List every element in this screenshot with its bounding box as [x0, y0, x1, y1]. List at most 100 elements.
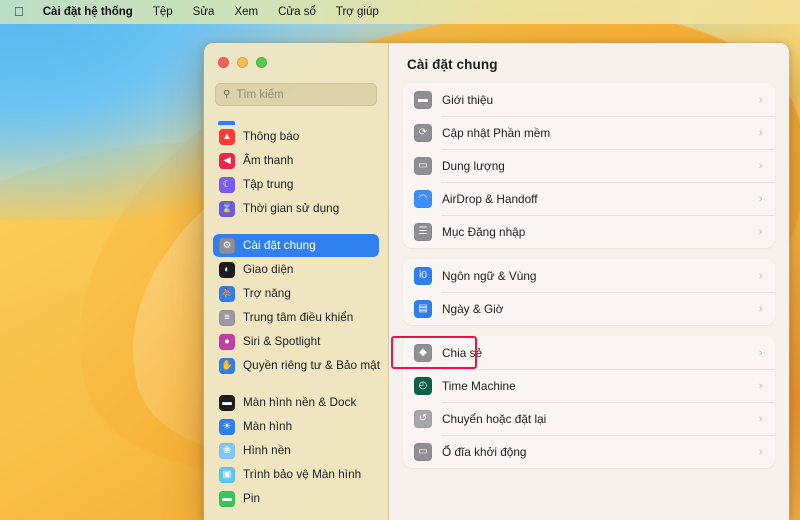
sidebar-item-label: Quyền riêng tư & Bảo mật — [243, 359, 381, 372]
screen-saver-icon: ▣ — [219, 466, 235, 483]
sidebar-item-desktop-dock[interactable]: ▬ Màn hình nền & Dock — [213, 391, 379, 414]
chevron-right-icon: › — [758, 159, 763, 172]
sidebar-item-wallpaper[interactable]: ❀ Hình nền — [213, 439, 379, 462]
settings-row-label: Dung lượng — [442, 158, 505, 173]
settings-row-label: Chuyển hoặc đặt lại — [442, 411, 547, 426]
settings-row-storage[interactable]: ▭ Dung lượng › — [403, 149, 775, 182]
settings-group: ἱ0 Ngôn ngữ & Vùng › ▤ Ngày & Giờ › — [403, 259, 775, 325]
sidebar-item-label: Cài đặt chung — [243, 239, 316, 252]
siri-icon: ● — [219, 333, 235, 350]
settings-row-sharing[interactable]: ◆ Chia sẻ › — [403, 336, 775, 369]
sidebar-item-battery[interactable]: ▬ Pin — [213, 487, 379, 510]
settings-row-date-time[interactable]: ▤ Ngày & Giờ › — [403, 292, 775, 325]
settings-group: ▬ Giới thiệu › ⟳ Cập nhật Phần mềm › ▭ Dung lượ… — [403, 83, 775, 248]
detail-pane: Cài đặt chung ▬ Giới thiệu › ⟳ Cập nhật Phần… — [389, 43, 789, 520]
sidebar-item-displays[interactable]: ☀ Màn hình — [213, 415, 379, 438]
settings-row-label: Ổ đĩa khởi động — [442, 444, 527, 459]
appearance-icon: ◐ — [219, 261, 235, 278]
sidebar-item-general-gear[interactable]: ⚙ Cài đặt chung — [213, 234, 379, 257]
settings-row-label: Ngôn ngữ & Vùng — [442, 268, 537, 283]
settings-row-label: AirDrop & Handoff — [442, 191, 538, 206]
transfer-reset-icon: ↺ — [414, 409, 432, 428]
menu-item-1[interactable]: Tệp — [143, 0, 183, 24]
sidebar: ⚲ Tìm kiếm ▲ Thông báo ◀ Âm thanh ☾ Tập trung… — [204, 43, 389, 520]
sidebar-item-label: Thông báo — [243, 130, 300, 143]
chevron-right-icon: › — [758, 225, 763, 238]
minimize-button[interactable] — [237, 57, 248, 68]
settings-row-about-mac[interactable]: ▬ Giới thiệu › — [403, 83, 775, 116]
sidebar-item-control-center[interactable]: ≡ Trung tâm điều khiển — [213, 306, 379, 329]
chevron-right-icon: › — [758, 192, 763, 205]
general-gear-icon: ⚙ — [219, 237, 235, 254]
language-region-icon: ἱ0 — [414, 266, 432, 285]
menu-item-0[interactable]: Cài đặt hệ thống — [33, 0, 143, 24]
sidebar-item-siri[interactable]: ● Siri & Spotlight — [213, 330, 379, 353]
sidebar-item-label: Trợ năng — [243, 287, 291, 300]
settings-row-transfer-reset[interactable]: ↺ Chuyển hoặc đặt lại › — [403, 402, 775, 435]
settings-row-login-items[interactable]: ☰ Mục Đăng nhập › — [403, 215, 775, 248]
sidebar-item-label: Tập trung — [243, 178, 294, 191]
settings-row-label: Cập nhật Phần mềm — [442, 125, 551, 140]
privacy-icon: ✋ — [219, 357, 235, 374]
close-button[interactable] — [218, 57, 229, 68]
sharing-icon: ◆ — [414, 343, 432, 362]
sidebar-group-divider — [213, 511, 379, 520]
settings-row-label: Chia sẻ — [442, 345, 482, 360]
sidebar-item-accessibility[interactable]: ⛹ Trợ năng — [213, 282, 379, 305]
sidebar-item-label: Pin — [243, 492, 261, 505]
search-container: ⚲ Tìm kiếm — [204, 77, 388, 114]
search-icon: ⚲ — [223, 88, 231, 100]
sidebar-item-privacy[interactable]: ✋ Quyền riêng tư & Bảo mật — [213, 354, 381, 377]
chevron-right-icon: › — [758, 379, 763, 392]
settings-row-label: Giới thiệu — [442, 92, 494, 107]
battery-icon: ▬ — [219, 490, 235, 507]
settings-list: ▬ Giới thiệu › ⟳ Cập nhật Phần mềm › ▭ Dung lượ… — [389, 83, 789, 468]
settings-row-software-update[interactable]: ⟳ Cập nhật Phần mềm › — [403, 116, 775, 149]
menu-item-2[interactable]: Sửa — [183, 0, 225, 24]
menu-bar:  Cài đặt hệ thốngTệpSửaXemCửa sổTrợ giú… — [0, 0, 800, 24]
sidebar-item-label: Màn hình nền & Dock — [243, 396, 357, 409]
chevron-right-icon: › — [758, 126, 763, 139]
window-controls — [204, 43, 388, 77]
sidebar-item-notifications[interactable]: ▲ Thông báo — [213, 125, 379, 148]
control-center-icon: ≡ — [219, 309, 235, 326]
chevron-right-icon: › — [758, 445, 763, 458]
zoom-button[interactable] — [256, 57, 267, 68]
sidebar-item-label: Âm thanh — [243, 154, 294, 167]
sidebar-group-divider — [213, 378, 379, 391]
focus-icon: ☾ — [219, 176, 235, 193]
sidebar-item-label: Trung tâm điều khiển — [243, 311, 354, 324]
settings-group: ◆ Chia sẻ › ◴ Time Machine › ↺ Chuyển hoặc đặt … — [403, 336, 775, 468]
settings-row-airdrop[interactable]: ◠ AirDrop & Handoff › — [403, 182, 775, 215]
airdrop-icon: ◠ — [414, 189, 432, 208]
settings-row-startup-disk[interactable]: ▭ Ổ đĩa khởi động › — [403, 435, 775, 468]
sidebar-item-screen-saver[interactable]: ▣ Trình bảo vệ Màn hình — [213, 463, 379, 486]
screen-time-icon: ⌛ — [219, 200, 235, 217]
software-update-icon: ⟳ — [414, 123, 432, 142]
time-machine-icon: ◴ — [414, 376, 432, 395]
settings-row-language-region[interactable]: ἱ0 Ngôn ngữ & Vùng › — [403, 259, 775, 292]
sidebar-item-label: Trình bảo vệ Màn hình — [243, 468, 362, 481]
sidebar-item-label: Giao diện — [243, 263, 294, 276]
wallpaper-icon: ❀ — [219, 442, 235, 459]
menu-item-3[interactable]: Xem — [224, 0, 268, 24]
login-items-icon: ☰ — [414, 222, 432, 241]
settings-row-label: Mục Đăng nhập — [442, 224, 526, 239]
menu-item-5[interactable]: Trợ giúp — [326, 0, 389, 24]
search-placeholder: Tìm kiếm — [236, 88, 284, 101]
sidebar-scroll-area[interactable]: ▲ Thông báo ◀ Âm thanh ☾ Tập trung ⌛ Thời gian … — [204, 119, 388, 520]
sidebar-item-label: Thời gian sử dụng — [243, 202, 340, 215]
menu-item-4[interactable]: Cửa sổ — [268, 0, 326, 24]
search-field[interactable]: ⚲ Tìm kiếm — [215, 83, 377, 106]
sidebar-item-label: Màn hình — [243, 420, 293, 433]
settings-row-time-machine[interactable]: ◴ Time Machine › — [403, 369, 775, 402]
sidebar-item-focus[interactable]: ☾ Tập trung — [213, 173, 379, 196]
sidebar-item-screen-time[interactable]: ⌛ Thời gian sử dụng — [213, 197, 379, 220]
sidebar-item-appearance[interactable]: ◐ Giao diện — [213, 258, 379, 281]
about-mac-icon: ▬ — [414, 90, 432, 109]
sidebar-item-sound[interactable]: ◀ Âm thanh — [213, 149, 379, 172]
date-time-icon: ▤ — [414, 299, 432, 318]
apple-menu-icon[interactable]:  — [10, 0, 33, 24]
chevron-right-icon: › — [758, 412, 763, 425]
startup-disk-icon: ▭ — [414, 442, 432, 461]
